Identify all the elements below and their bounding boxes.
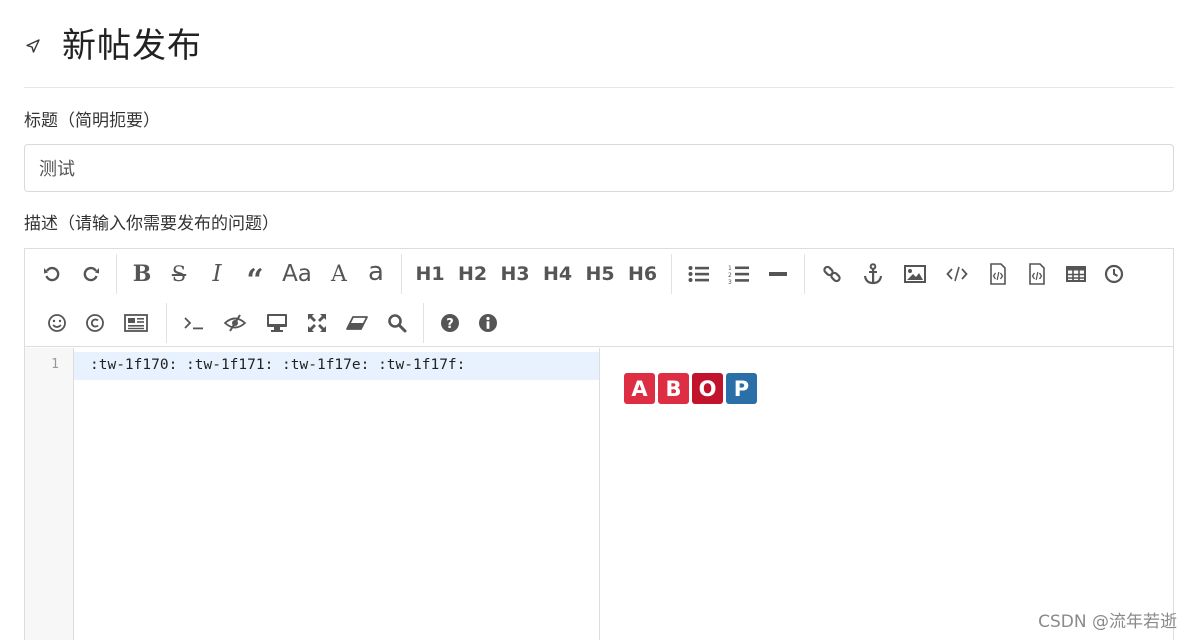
svg-text:3: 3 (728, 279, 732, 284)
link-icon[interactable] (812, 256, 852, 292)
newspaper-icon[interactable] (113, 305, 159, 341)
line-number: 1 (51, 357, 59, 372)
markdown-editor: B S I “ Aa A a H1 H2 H3 H4 H5 H6 123 ? 1… (24, 248, 1174, 640)
italic-icon[interactable]: I (198, 256, 236, 292)
unordered-list-icon[interactable] (679, 256, 719, 292)
line-gutter: 1 (25, 348, 74, 640)
heading-5-button[interactable]: H5 (579, 256, 621, 292)
toolbar-divider (401, 254, 402, 294)
bold-icon[interactable]: B (124, 256, 160, 292)
preview-pane: A B O P (624, 373, 757, 404)
svg-text:1: 1 (728, 265, 732, 272)
hide-preview-icon[interactable] (214, 305, 256, 341)
heading-3-button[interactable]: H3 (494, 256, 536, 292)
svg-text:2: 2 (728, 272, 732, 279)
undo-icon[interactable] (31, 256, 73, 292)
heading-6-button[interactable]: H6 (621, 256, 664, 292)
redo-icon[interactable] (73, 256, 109, 292)
emoji-o-button: O (692, 373, 723, 404)
toolbar-divider (423, 303, 424, 343)
toolbar-divider (671, 254, 672, 294)
horizontal-rule-icon[interactable] (759, 256, 797, 292)
quote-icon[interactable]: “ (236, 256, 274, 298)
title-label: 标题（简明扼要） (24, 111, 160, 131)
fullscreen-icon[interactable] (298, 305, 336, 341)
heading-4-button[interactable]: H4 (536, 256, 579, 292)
editor-toolbar: B S I “ Aa A a H1 H2 H3 H4 H5 H6 123 ? (25, 249, 1173, 347)
table-icon[interactable] (1056, 256, 1095, 292)
help-icon[interactable]: ? (431, 305, 469, 341)
anchor-icon[interactable] (852, 256, 894, 292)
page-header: 新帖发布 (24, 22, 1174, 88)
uppercase-icon[interactable]: A (320, 256, 358, 292)
heading-1-button[interactable]: H1 (409, 256, 451, 292)
strikethrough-icon[interactable]: S (160, 256, 198, 292)
emoji-b-button: B (658, 373, 689, 404)
ordered-list-icon[interactable]: 123 (719, 256, 759, 292)
code-block-icon[interactable] (1017, 256, 1056, 292)
eraser-icon[interactable] (336, 305, 378, 341)
title-input[interactable] (24, 144, 1174, 192)
svg-text:?: ? (446, 317, 454, 332)
smiley-icon[interactable] (37, 305, 77, 341)
code-pane[interactable]: 1 :tw-1f170: :tw-1f171: :tw-1f17e: :tw-1… (25, 348, 600, 640)
toolbar-divider (804, 254, 805, 294)
toolbar-divider (116, 254, 117, 294)
code-icon[interactable] (936, 256, 978, 292)
clock-icon[interactable] (1095, 256, 1133, 292)
toolbar-row-2: ? (25, 300, 507, 346)
emoji-p-button: P (726, 373, 757, 404)
heading-2-button[interactable]: H2 (451, 256, 494, 292)
emoji-a-button: A (624, 373, 655, 404)
lowercase-icon[interactable]: a (358, 256, 394, 292)
toolbar-row-1: B S I “ Aa A a H1 H2 H3 H4 H5 H6 123 (25, 251, 1133, 298)
info-icon[interactable] (469, 305, 507, 341)
code-file-icon[interactable] (978, 256, 1017, 292)
code-line[interactable]: :tw-1f170: :tw-1f171: :tw-1f17e: :tw-1f1… (90, 357, 465, 373)
terminal-icon[interactable] (174, 305, 214, 341)
image-icon[interactable] (894, 256, 936, 292)
case-toggle-icon[interactable]: Aa (274, 256, 320, 292)
send-icon (24, 37, 42, 55)
page-title: 新帖发布 (62, 26, 202, 66)
toolbar-divider (166, 303, 167, 343)
watermark: CSDN @流年若逝 (1038, 612, 1177, 632)
copyright-icon[interactable] (77, 305, 113, 341)
search-icon[interactable] (378, 305, 416, 341)
desktop-icon[interactable] (256, 305, 298, 341)
description-label: 描述（请输入你需要发布的问题） (24, 214, 279, 234)
